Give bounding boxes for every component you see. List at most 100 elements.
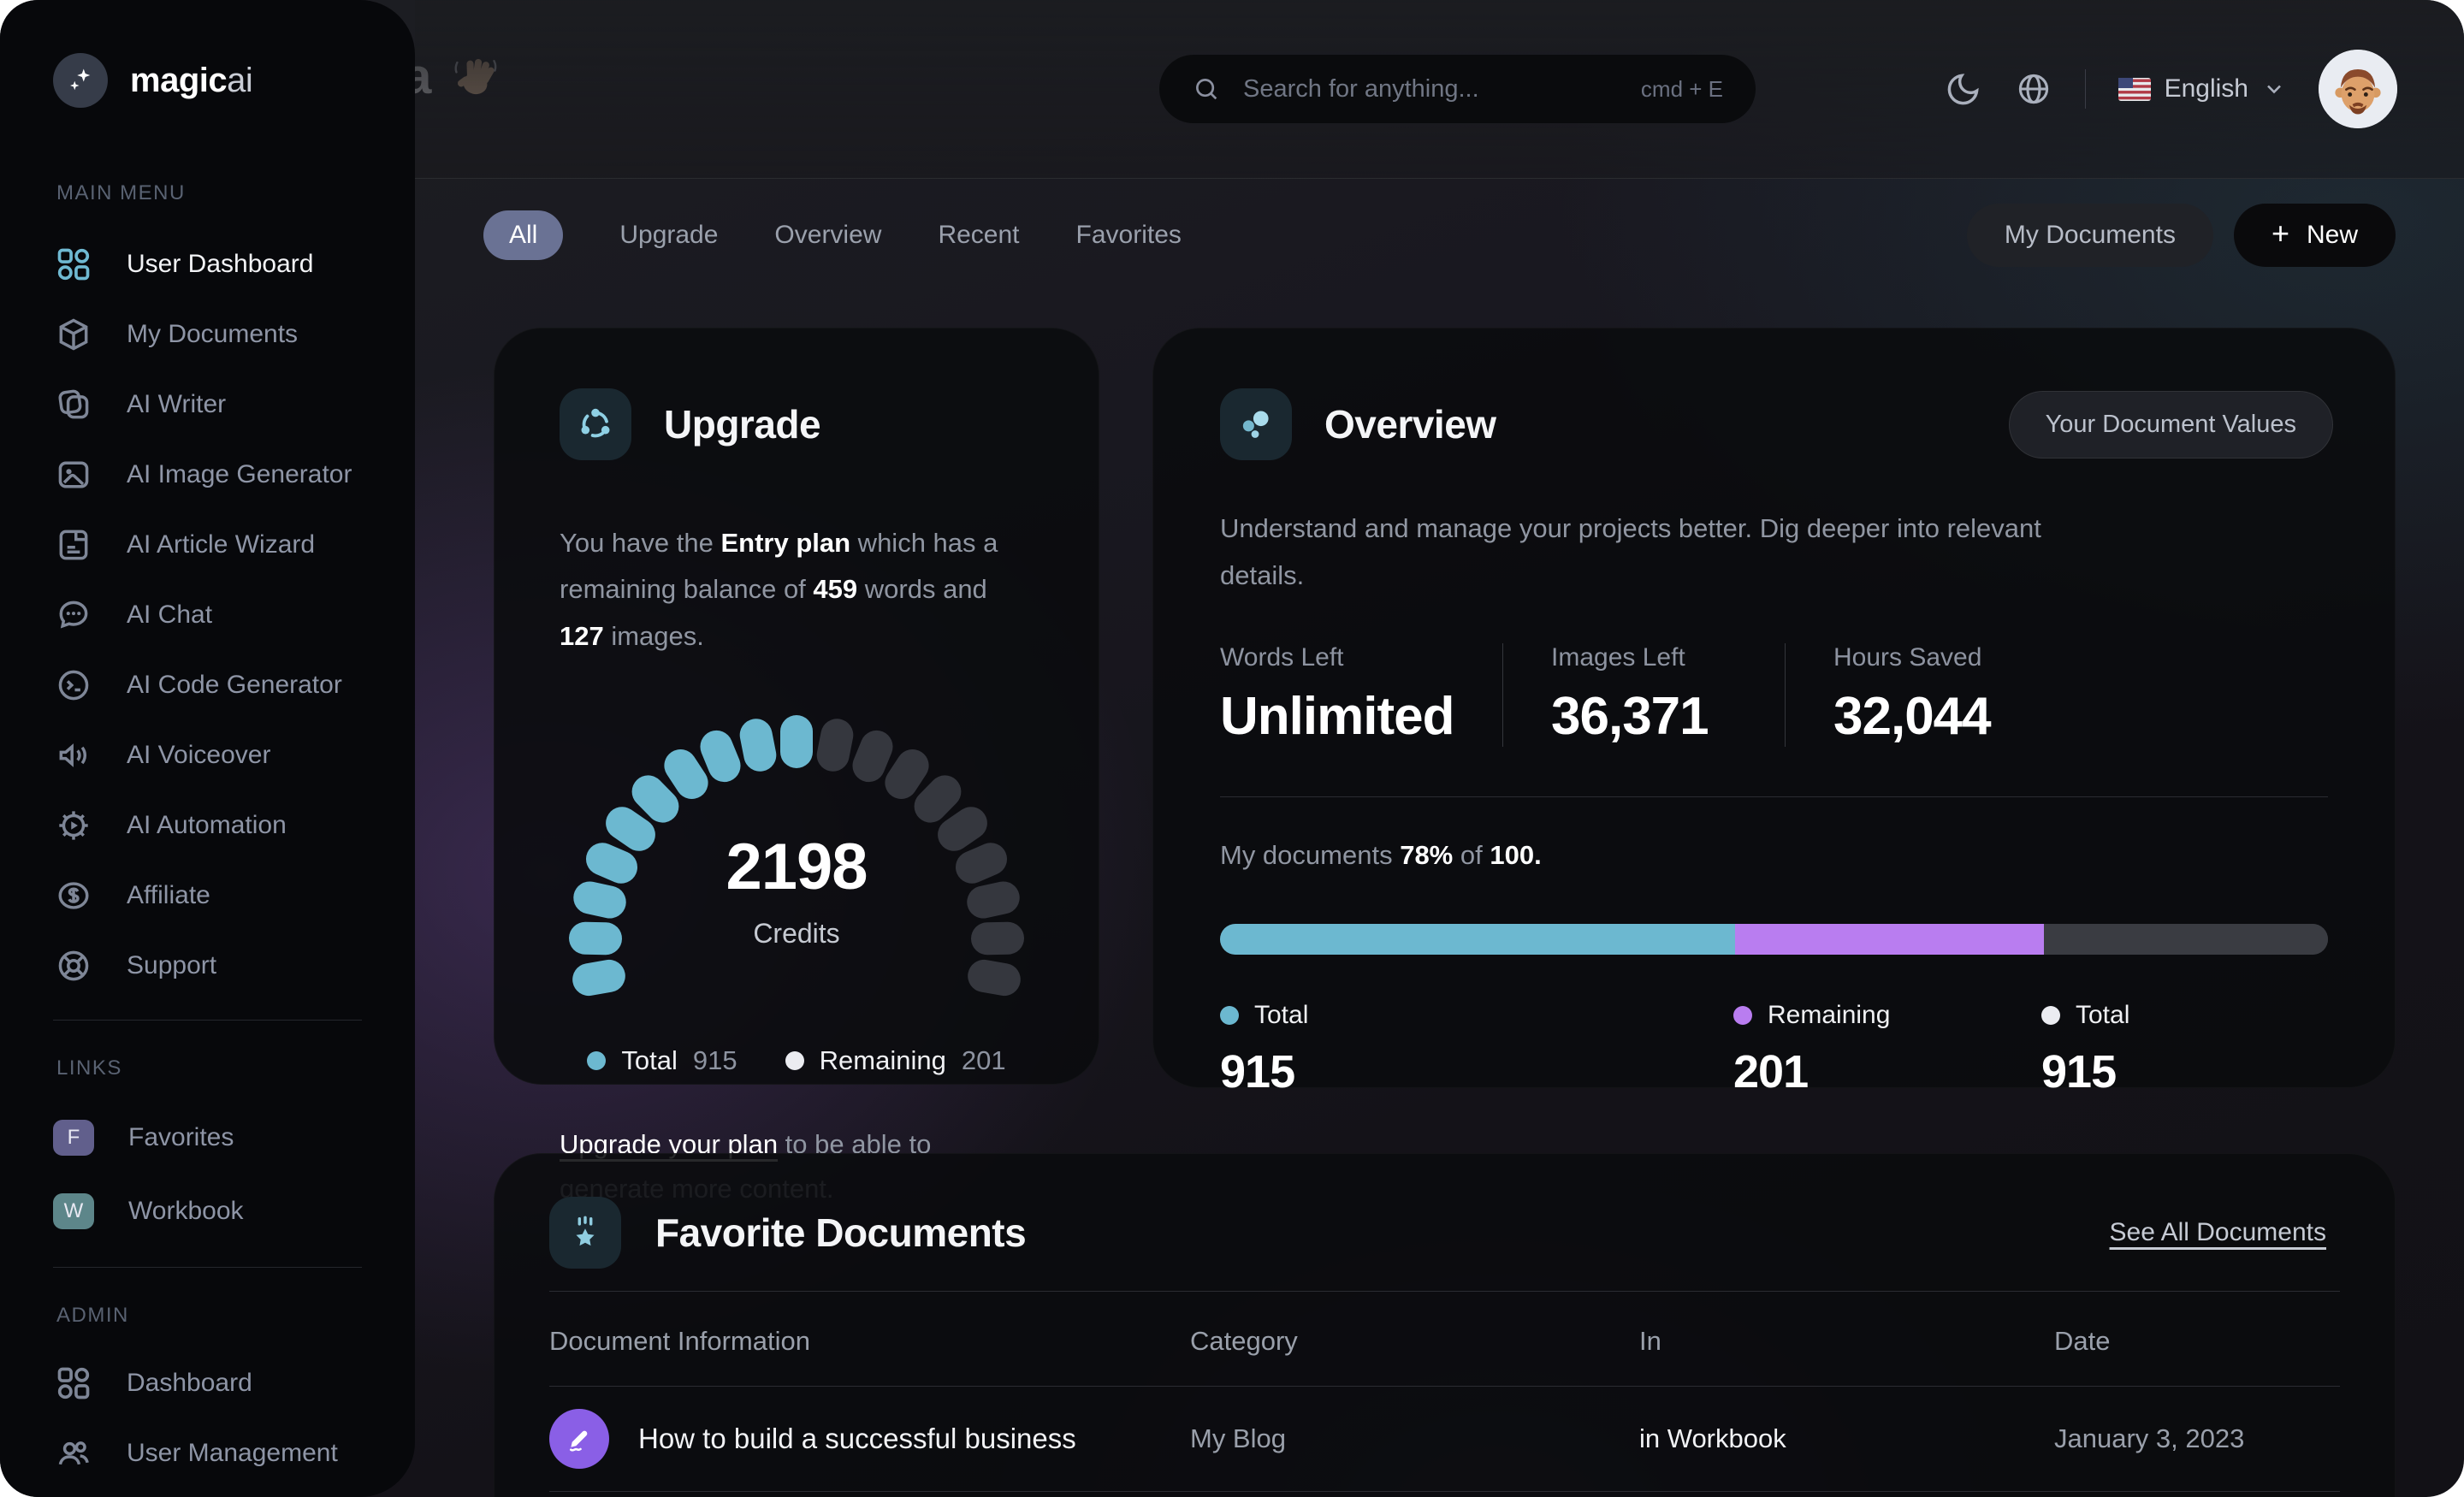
- favorite-documents-card: Favorite Documents See All Documents Doc…: [494, 1153, 2396, 1497]
- favorites-card-title: Favorite Documents: [655, 1210, 1027, 1255]
- col-in: In: [1639, 1326, 1661, 1356]
- sidebar-item-ai-image-generator[interactable]: AI Image Generator: [0, 440, 415, 510]
- credits-value: 2198: [726, 830, 868, 903]
- image-icon: [55, 456, 92, 494]
- plus-icon: +: [2271, 216, 2289, 251]
- sidebar-item-affiliate[interactable]: Affiliate: [0, 861, 415, 931]
- new-button[interactable]: + New: [2233, 204, 2396, 267]
- sidebar-item-user-dashboard[interactable]: User Dashboard: [0, 229, 415, 299]
- sidebar-item-label: AI Voiceover: [127, 741, 271, 769]
- sidebar-divider: [53, 1020, 362, 1021]
- sidebar-item-label: Support: [127, 951, 217, 979]
- progress-segment: [2044, 924, 2328, 956]
- see-all-documents-link[interactable]: See All Documents: [2110, 1218, 2326, 1247]
- legend-total-2: Total 915: [2041, 1001, 2130, 1098]
- header-actions: English: [1945, 50, 2397, 128]
- gauge-segment: [737, 716, 779, 775]
- new-button-label: New: [2306, 221, 2358, 249]
- sidebar-item-label: AI Article Wizard: [127, 530, 316, 559]
- table-row-clipped[interactable]: [549, 1492, 2340, 1497]
- sidebar-item-ai-code-generator[interactable]: AI Code Generator: [0, 650, 415, 720]
- users-icon: [55, 1435, 92, 1472]
- legend-dot: [1220, 1006, 1239, 1026]
- pages-icon: [55, 386, 92, 423]
- globe-icon[interactable]: [2015, 70, 2052, 108]
- sidebar-item-support[interactable]: Support: [0, 931, 415, 1001]
- article-icon: [55, 526, 92, 564]
- sidebar-item-label: AI Image Generator: [127, 460, 352, 488]
- favorites-table: Document Information Category In Date Ho…: [549, 1292, 2340, 1497]
- favorites-badge: F: [53, 1120, 94, 1156]
- overview-card-header: Overview Your Document Values: [1153, 328, 2395, 460]
- search-input[interactable]: [1241, 74, 1641, 104]
- sidebar-item-label: My Documents: [127, 320, 299, 348]
- gauge-segment: [814, 716, 856, 775]
- search-shortcut: cmd + E: [1640, 75, 1723, 102]
- sidebar-item-label: AI Code Generator: [127, 671, 342, 699]
- sidebar-item-ai-chat[interactable]: AI Chat: [0, 580, 415, 650]
- sidebar-item-label: AI Writer: [127, 390, 227, 418]
- legend-dot: [785, 1050, 804, 1070]
- sidebar-item-label: AI Automation: [127, 811, 287, 839]
- document-title: How to build a successful business: [638, 1423, 1076, 1454]
- col-category: Category: [1190, 1326, 1298, 1356]
- document-category: My Blog: [1190, 1423, 1286, 1453]
- tab-overview[interactable]: Overview: [774, 210, 881, 260]
- credits-gauge-zone: 2198 Credits: [495, 686, 1099, 1044]
- sidebar-item-label: Dashboard: [127, 1369, 252, 1397]
- app-window: magicai MAIN MENU User Dashboard My Docu…: [0, 0, 2464, 1497]
- main-menu: User Dashboard My Documents AI Writer AI…: [0, 229, 415, 1001]
- brand-logo[interactable]: magicai: [53, 53, 415, 108]
- tab-favorites[interactable]: Favorites: [1076, 210, 1182, 260]
- sidebar-item-favorites[interactable]: F Favorites: [0, 1101, 415, 1175]
- document-cell: How to build a successful business: [549, 1409, 1190, 1469]
- user-avatar[interactable]: [2319, 50, 2397, 128]
- chat-bubble-icon: [55, 596, 92, 634]
- search-icon: [1192, 74, 1221, 104]
- legend-total: Total 915: [1220, 1001, 1309, 1098]
- my-documents-button[interactable]: My Documents: [1966, 204, 2213, 267]
- tab-all[interactable]: All: [483, 210, 564, 260]
- overview-description: Understand and manage your projects bett…: [1220, 513, 2041, 591]
- global-search[interactable]: cmd + E: [1159, 55, 1756, 123]
- legend-total: Total 915: [587, 1045, 737, 1076]
- sidebar-item-ai-article-wizard[interactable]: AI Article Wizard: [0, 510, 415, 580]
- brand-light: ai: [227, 61, 253, 99]
- section-label-admin: ADMIN: [56, 1304, 129, 1327]
- sidebar-item-admin-dashboard[interactable]: Dashboard: [0, 1348, 415, 1418]
- dark-mode-moon-icon[interactable]: [1945, 70, 1982, 108]
- sidebar-item-user-management[interactable]: User Management: [0, 1418, 415, 1488]
- table-row[interactable]: How to build a successful business My Bl…: [549, 1387, 2340, 1492]
- language-selector[interactable]: English: [2118, 74, 2286, 104]
- overview-card-title: Overview: [1324, 402, 1496, 447]
- box-icon: [55, 316, 92, 353]
- dashboard-grid-icon: [55, 246, 92, 283]
- table-header-row: Document Information Category In Date: [549, 1292, 2340, 1387]
- overview-stats: Words Left Unlimited Images Left 36,371 …: [1220, 643, 2101, 748]
- workbook-badge: W: [53, 1193, 94, 1229]
- stat-hours-saved: Hours Saved 32,044: [1785, 643, 2067, 748]
- us-flag-icon: [2118, 77, 2151, 101]
- tab-upgrade[interactable]: Upgrade: [619, 210, 718, 260]
- sidebar-item-label: AI Chat: [127, 601, 213, 629]
- lifebuoy-icon: [55, 947, 92, 985]
- gauge-segment: [965, 956, 1024, 998]
- sidebar-item-ai-writer[interactable]: AI Writer: [0, 370, 415, 440]
- upgrade-card-header: Upgrade: [495, 328, 1099, 460]
- stat-images-left: Images Left 36,371: [1502, 643, 1785, 748]
- documents-progress-text: My documents 78% of 100.: [1220, 840, 1542, 871]
- legend-dot: [1733, 1006, 1752, 1026]
- col-document-information: Document Information: [549, 1326, 810, 1356]
- header-divider: [2084, 69, 2086, 109]
- sidebar-item-ai-voiceover[interactable]: AI Voiceover: [0, 720, 415, 790]
- share-network-icon: [560, 388, 631, 460]
- tab-recent[interactable]: Recent: [938, 210, 1019, 260]
- sidebar-item-ai-automation[interactable]: AI Automation: [0, 790, 415, 861]
- favorites-header: Favorite Documents See All Documents: [495, 1154, 2395, 1269]
- sidebar-item-my-documents[interactable]: My Documents: [0, 299, 415, 370]
- document-date: January 3, 2023: [2054, 1423, 2245, 1453]
- links-menu: F Favorites W Workbook: [0, 1101, 415, 1248]
- document-values-button[interactable]: Your Document Values: [2008, 390, 2333, 459]
- upgrade-legend: Total 915 Remaining 201: [495, 1045, 1099, 1076]
- sidebar-item-workbook[interactable]: W Workbook: [0, 1175, 415, 1248]
